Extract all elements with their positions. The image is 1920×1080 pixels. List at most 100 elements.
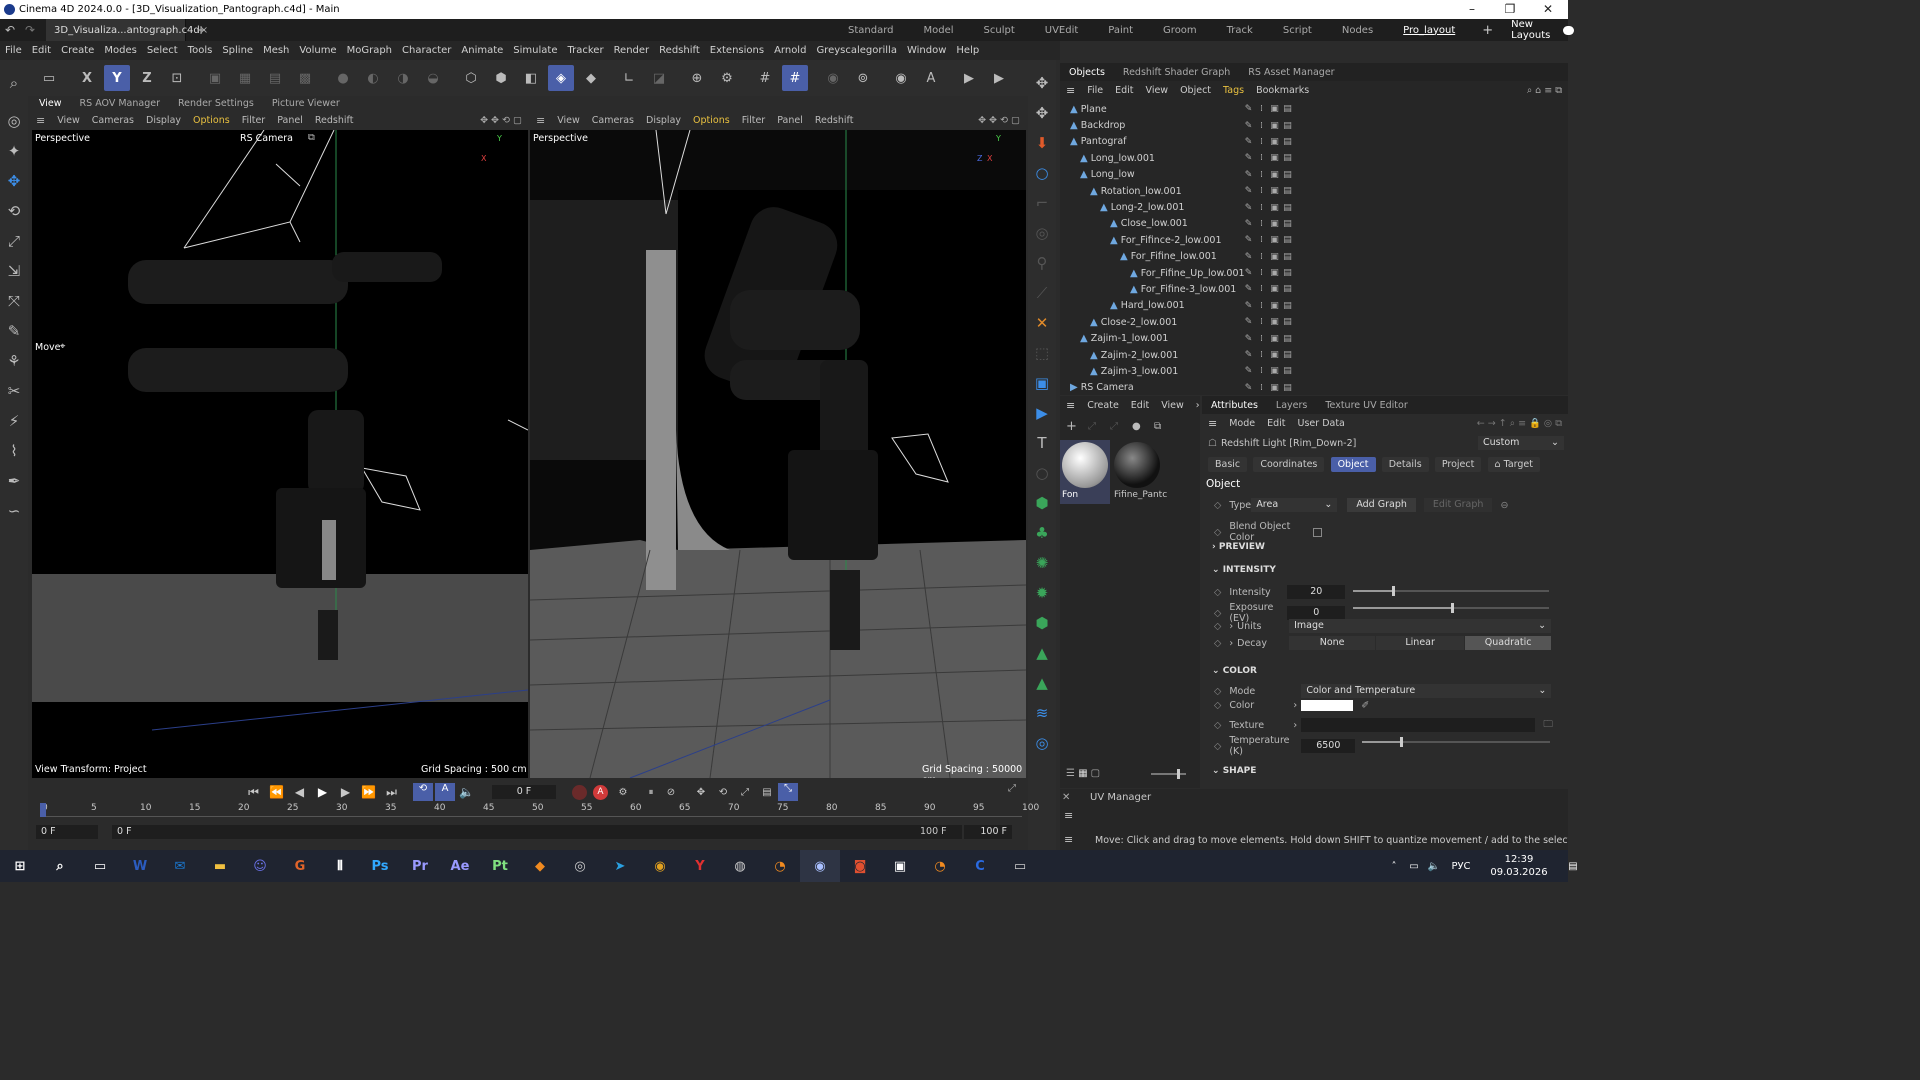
temperature-slider[interactable] bbox=[1362, 737, 1550, 747]
previous-frame-icon[interactable]: ◀ bbox=[288, 785, 311, 799]
layout-paint[interactable]: Paint bbox=[1097, 25, 1144, 36]
tag-icon[interactable]: ▣ bbox=[1268, 334, 1281, 344]
preset-select[interactable]: Custom ⌄ bbox=[1478, 436, 1564, 450]
obj-menu-view[interactable]: View bbox=[1140, 85, 1175, 96]
units-select[interactable]: Image ⌄ bbox=[1289, 619, 1552, 633]
edges-mode-icon[interactable]: ◧ bbox=[518, 65, 544, 91]
vp-right-display[interactable]: Display bbox=[640, 115, 687, 126]
photoshop-icon[interactable]: Ps bbox=[360, 850, 400, 882]
menu-mesh[interactable]: Mesh bbox=[258, 45, 294, 56]
key-rotation-icon[interactable]: ⟲ bbox=[712, 787, 734, 798]
menu-animate[interactable]: Animate bbox=[456, 45, 508, 56]
blend-checkbox[interactable] bbox=[1313, 527, 1323, 537]
visibility-icon[interactable]: ⁞ bbox=[1255, 104, 1268, 114]
layout-track[interactable]: Track bbox=[1216, 25, 1264, 36]
intensity-slider[interactable] bbox=[1353, 586, 1549, 596]
object-row[interactable]: ▲ Zajim-3_low.001 ✎ ⁞ ▣ ▤ bbox=[1068, 363, 1558, 379]
substance-painter-icon[interactable]: Pt bbox=[480, 850, 520, 882]
menu-redshift[interactable]: Redshift bbox=[654, 45, 705, 56]
edit-layer-icon[interactable]: ✎ bbox=[1242, 268, 1255, 278]
next-key-icon[interactable]: ⏩ bbox=[357, 785, 380, 799]
menu-greyscalegorilla[interactable]: Greyscalegorilla bbox=[811, 45, 902, 56]
visibility-icon[interactable]: ⁞ bbox=[1255, 317, 1268, 327]
go-to-end-icon[interactable]: ⏭ bbox=[380, 785, 403, 800]
vp-left-filter[interactable]: Filter bbox=[236, 115, 272, 126]
material-tag-icon[interactable]: ▤ bbox=[1281, 334, 1294, 344]
steam-icon[interactable]: ◎ bbox=[560, 850, 600, 882]
material-tag-icon[interactable]: ▤ bbox=[1281, 284, 1294, 294]
key-param-icon[interactable]: ▤ bbox=[756, 787, 778, 798]
drop-to-floor-icon[interactable]: ⬇ bbox=[1028, 128, 1056, 158]
attr-menu-mode[interactable]: Mode bbox=[1223, 418, 1261, 429]
eye-icon[interactable]: ◉ bbox=[888, 65, 914, 91]
layout-model[interactable]: Model bbox=[913, 25, 965, 36]
material-layout-icon[interactable]: ⧉ bbox=[1154, 421, 1176, 432]
large-view-icon[interactable]: ▢ bbox=[1091, 768, 1103, 779]
axis-y-button[interactable]: Y bbox=[104, 65, 130, 91]
material-tag-icon[interactable]: ▤ bbox=[1281, 203, 1294, 213]
transform-tool-icon[interactable]: ⇲ bbox=[0, 256, 28, 286]
sound-icon[interactable]: 🔈 bbox=[455, 785, 478, 799]
wind-icon[interactable]: ≋ bbox=[1028, 698, 1056, 728]
joint-icon[interactable]: ⟋ bbox=[1028, 278, 1056, 308]
visibility-icon[interactable]: ⁞ bbox=[1255, 121, 1268, 131]
outlook-icon[interactable]: ✉ bbox=[160, 850, 200, 882]
layout-standard[interactable]: Standard bbox=[837, 25, 905, 36]
app-icon-red[interactable]: ◙ bbox=[840, 850, 880, 882]
tag-icon[interactable]: ▣ bbox=[1268, 219, 1281, 229]
next-frame-icon[interactable]: ▶ bbox=[334, 785, 357, 799]
vp-right-redshift[interactable]: Redshift bbox=[809, 115, 860, 126]
volume-icon[interactable]: ⬢ bbox=[1028, 488, 1056, 518]
object-row[interactable]: ▶ RS Camera ✎ ⁞ ▣ ▤ bbox=[1068, 380, 1558, 396]
menu-select[interactable]: Select bbox=[142, 45, 183, 56]
language-indicator[interactable]: РУС bbox=[1444, 861, 1478, 872]
edit-layer-icon[interactable]: ✎ bbox=[1242, 334, 1255, 344]
texture-field[interactable] bbox=[1301, 718, 1536, 732]
tag-icon[interactable]: ▣ bbox=[1268, 268, 1281, 278]
vp-left-view[interactable]: View bbox=[51, 115, 86, 126]
vp-right-panel[interactable]: Panel bbox=[771, 115, 809, 126]
placement-tool-icon[interactable]: ⤧ bbox=[0, 286, 28, 316]
render-region-icon[interactable]: ◐ bbox=[360, 65, 386, 91]
add-material-icon[interactable]: + bbox=[1066, 419, 1088, 434]
layout-groom[interactable]: Groom bbox=[1152, 25, 1208, 36]
keyframe-diamond-icon[interactable]: ◇ bbox=[1214, 608, 1221, 619]
volume-icon[interactable]: 🔈 bbox=[1424, 861, 1444, 872]
edit-layer-icon[interactable]: ✎ bbox=[1242, 366, 1255, 376]
target-icon[interactable]: ◉ bbox=[820, 65, 846, 91]
visibility-icon[interactable]: ⁞ bbox=[1255, 203, 1268, 213]
app-icon-dark[interactable]: ▣ bbox=[880, 850, 920, 882]
material-size-slider[interactable] bbox=[1150, 768, 1187, 779]
voronoi-icon[interactable]: ⬢ bbox=[1028, 608, 1056, 638]
coordinate-system-icon[interactable]: ⊡ bbox=[164, 65, 190, 91]
select-tool-icon[interactable]: ◎ bbox=[0, 106, 28, 136]
search-icon[interactable]: ⌕ bbox=[0, 68, 28, 98]
chrome-icon[interactable]: ◉ bbox=[640, 850, 680, 882]
scene-icon[interactable]: ▣ bbox=[1028, 368, 1056, 398]
object-row[interactable]: ▲ For_Fifine-3_low.001 ✎ ⁞ ▣ ▤ bbox=[1068, 281, 1558, 297]
tag-icon[interactable]: ▣ bbox=[1268, 252, 1281, 262]
previous-key-icon[interactable]: ⏪ bbox=[265, 785, 288, 799]
menu-file[interactable]: File bbox=[0, 45, 27, 56]
visibility-icon[interactable]: ⁞ bbox=[1255, 137, 1268, 147]
hamburger-icon[interactable]: ≡ bbox=[530, 114, 551, 127]
premiere-icon[interactable]: Pr bbox=[400, 850, 440, 882]
menu-window[interactable]: Window bbox=[902, 45, 951, 56]
material-tag-icon[interactable]: ▤ bbox=[1281, 366, 1294, 376]
material-tag-icon[interactable]: ▤ bbox=[1281, 252, 1294, 262]
snap-grid-icon[interactable]: # bbox=[782, 65, 808, 91]
edit-layer-icon[interactable]: ✎ bbox=[1242, 186, 1255, 196]
pen-icon[interactable]: ✒ bbox=[0, 466, 28, 496]
sampler-icon[interactable]: ⤢ bbox=[1110, 421, 1132, 432]
type-select[interactable]: Area ⌄ bbox=[1251, 498, 1338, 512]
grid-view-icon[interactable]: ▦ bbox=[1078, 768, 1090, 779]
mograph-icon[interactable]: ◎ bbox=[1028, 218, 1056, 248]
current-frame-field[interactable]: 0 F bbox=[492, 785, 556, 799]
add-tab-icon[interactable]: + bbox=[196, 23, 206, 37]
effector-icon[interactable]: ✕ bbox=[1028, 308, 1056, 338]
edit-layer-icon[interactable]: ✎ bbox=[1242, 137, 1255, 147]
tag-icon[interactable]: ▣ bbox=[1268, 170, 1281, 180]
polygons-mode-icon[interactable]: ◈ bbox=[548, 65, 574, 91]
record-icon[interactable] bbox=[572, 784, 587, 800]
vp-left-options[interactable]: Options bbox=[187, 115, 236, 126]
